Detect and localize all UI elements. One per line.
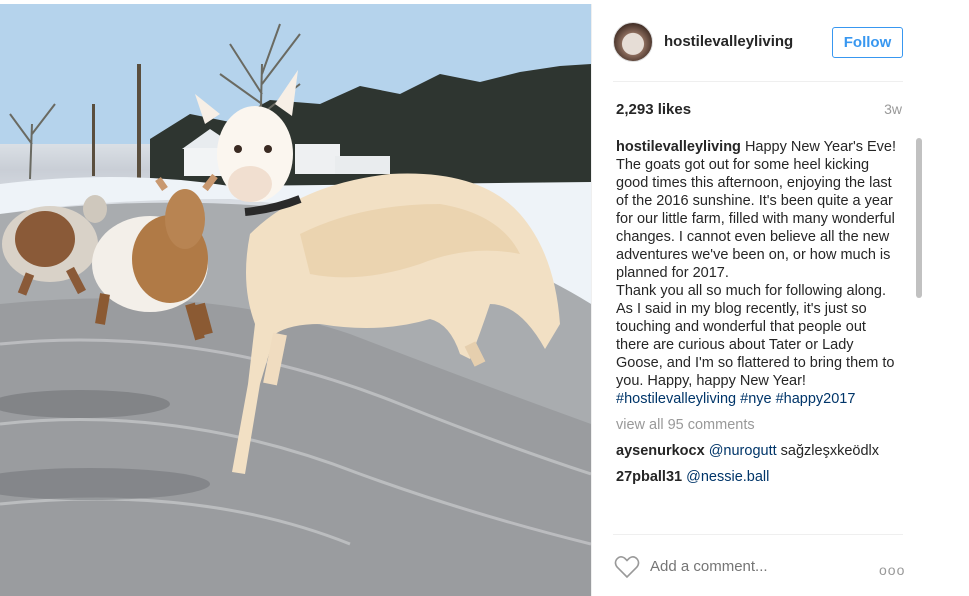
comment-item: 27pball31 @nessie.ball — [616, 468, 898, 486]
avatar[interactable] — [613, 22, 653, 62]
post-header: hostilevalleyliving Follow — [592, 4, 927, 80]
hashtag-link[interactable]: #nye — [740, 391, 771, 407]
comments-scrollbar[interactable] — [915, 138, 923, 532]
view-all-comments-link[interactable]: view all 95 comments — [616, 416, 898, 434]
add-comment-input[interactable] — [650, 558, 870, 575]
more-options-icon[interactable]: ooo — [879, 562, 905, 578]
footer-divider — [613, 534, 903, 535]
comment-username[interactable]: aysenurkocx — [616, 443, 705, 459]
post-details-panel: hostilevalleyliving Follow 2,293 likes 3… — [591, 4, 926, 596]
comment-mention[interactable]: @nessie.ball — [686, 469, 769, 485]
post-photo[interactable] — [0, 4, 591, 596]
page-gutter — [926, 0, 969, 596]
comment-text: sağzleşxkeödlx — [776, 443, 879, 459]
heart-outline-icon[interactable] — [614, 555, 640, 579]
likes-count[interactable]: 2,293 likes — [616, 101, 691, 118]
comment-item: aysenurkocx @nurogutt sağzleşxkeödlx — [616, 442, 898, 460]
scrollbar-thumb[interactable] — [916, 138, 922, 298]
comment-mention[interactable]: @nurogutt — [709, 443, 777, 459]
caption-text: Happy New Year's Eve! The goats got out … — [616, 139, 897, 389]
caption-username[interactable]: hostilevalleyliving — [616, 139, 741, 155]
caption-hashtags: #hostilevalleyliving #nye #happy2017 — [616, 390, 898, 408]
follow-button[interactable]: Follow — [832, 27, 903, 58]
hashtag-link[interactable]: #happy2017 — [776, 391, 856, 407]
comments-list[interactable]: hostilevalleyliving Happy New Year's Eve… — [616, 138, 898, 532]
caption: hostilevalleyliving Happy New Year's Eve… — [616, 138, 898, 390]
comment-username[interactable]: 27pball31 — [616, 469, 682, 485]
post-age[interactable]: 3w — [884, 101, 902, 117]
hashtag-link[interactable]: #hostilevalleyliving — [616, 391, 736, 407]
header-divider — [613, 81, 903, 82]
goats-photo-illustration — [0, 4, 591, 596]
post-username[interactable]: hostilevalleyliving — [664, 33, 793, 50]
